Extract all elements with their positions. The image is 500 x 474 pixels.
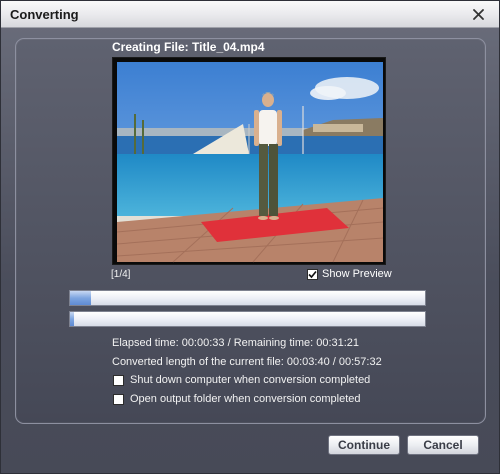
file-counter: [1/4] xyxy=(111,269,131,280)
checkbox-checked[interactable] xyxy=(307,268,318,280)
elapsed-remaining-time: Elapsed time: 00:00:33 / Remaining time:… xyxy=(112,337,360,349)
window-title: Converting xyxy=(10,7,79,22)
continue-button[interactable]: Continue xyxy=(328,435,400,455)
open-folder-option[interactable]: Open output folder when conversion compl… xyxy=(113,393,361,405)
shutdown-checkbox[interactable] xyxy=(113,374,124,386)
close-button[interactable] xyxy=(469,5,487,23)
video-preview xyxy=(112,57,386,265)
overall-progress-bar xyxy=(69,311,426,327)
converted-length: Converted length of the current file: 00… xyxy=(112,356,382,368)
creating-file-label: Creating File: Title_04.mp4 xyxy=(112,40,265,54)
converting-dialog: Converting Creating File: Title_04.mp4 [… xyxy=(0,0,500,474)
close-icon xyxy=(472,8,484,20)
cancel-button[interactable]: Cancel xyxy=(407,435,479,455)
title-bar: Converting xyxy=(1,1,499,28)
open-folder-label: Open output folder when conversion compl… xyxy=(130,393,361,405)
shutdown-label: Shut down computer when conversion compl… xyxy=(130,374,371,386)
open-folder-checkbox[interactable] xyxy=(113,393,124,405)
show-preview-checkbox[interactable]: Show Preview xyxy=(307,268,392,280)
show-preview-label: Show Preview xyxy=(322,268,392,280)
checkmark-icon xyxy=(308,270,317,278)
file-progress-fill xyxy=(70,291,92,305)
shutdown-option[interactable]: Shut down computer when conversion compl… xyxy=(113,374,370,386)
overall-progress-fill xyxy=(70,312,74,326)
file-progress-bar xyxy=(69,290,426,306)
